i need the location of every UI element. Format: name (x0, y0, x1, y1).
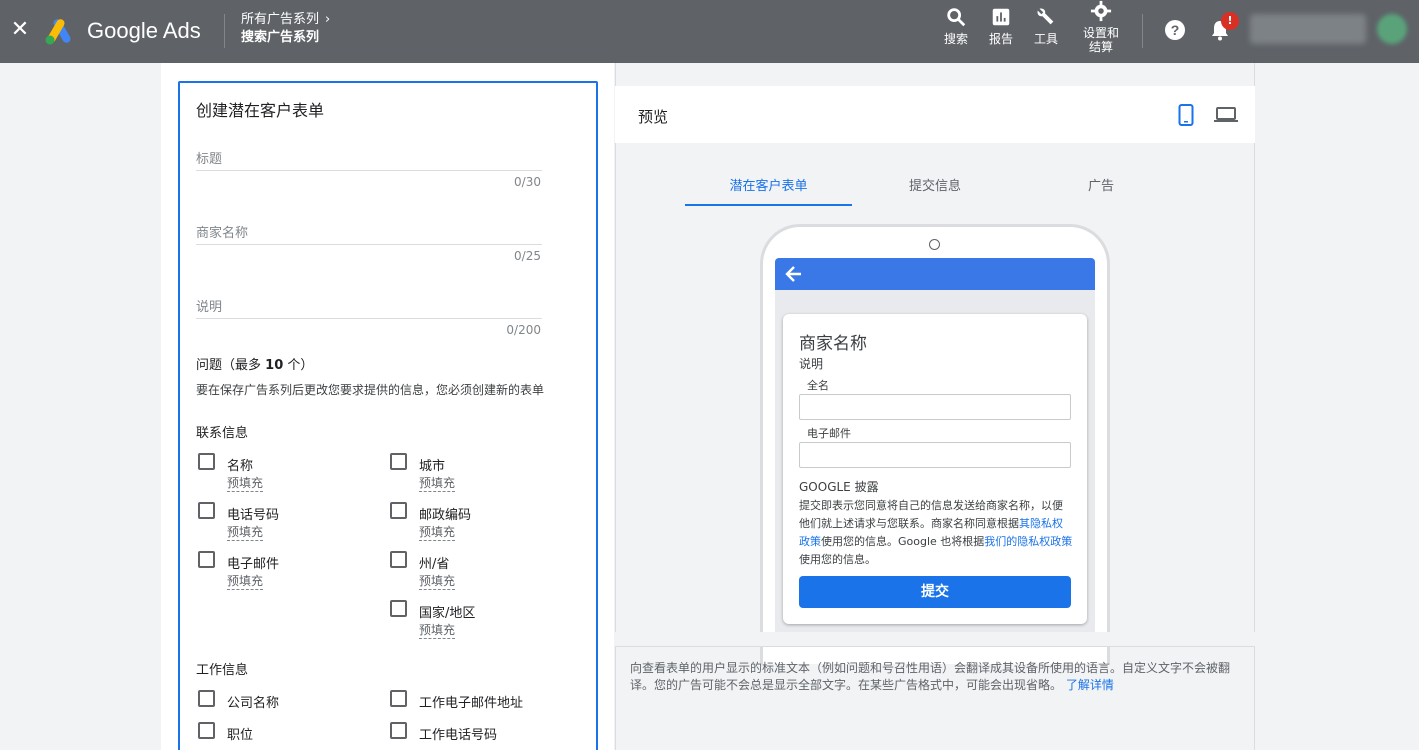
checkbox-name-label: 名称 (227, 459, 254, 474)
checkbox-email[interactable] (198, 551, 215, 568)
search-icon (947, 8, 966, 27)
help-icon[interactable]: ? (1163, 18, 1187, 42)
checkbox-phone[interactable] (198, 502, 215, 519)
bar-chart-icon (992, 8, 1010, 26)
preview-field-email-label: 电子邮件 (807, 427, 851, 440)
prefill-state[interactable]: 预填充 (419, 574, 456, 590)
search-label: 搜索 (943, 32, 968, 46)
preview-title: 预览 (638, 108, 669, 126)
google-ads-logo (45, 19, 71, 45)
checkbox-phone-label: 电话号码 (227, 508, 280, 523)
business-name-input[interactable] (196, 244, 542, 245)
preview-field-full-name-label: 全名 (807, 379, 829, 392)
form-title: 创建潜在客户表单 (196, 101, 325, 120)
headline-field-label[interactable]: 标题 (196, 148, 222, 167)
learn-more-link[interactable]: 了解详情 (1066, 678, 1114, 692)
checkbox-postal-code[interactable] (390, 502, 407, 519)
reports-button[interactable]: 报告 (985, 6, 1017, 46)
prefill-country[interactable]: 预填充 (419, 623, 456, 639)
divider (615, 646, 1255, 647)
checkbox-postal-code-label: 邮政编码 (419, 508, 472, 523)
business-name-counter: 0/25 (514, 249, 541, 263)
settings-label-line2: 结算 (1088, 40, 1113, 54)
chevron-right-icon: › (325, 12, 331, 27)
checkbox-work-phone[interactable] (390, 722, 407, 739)
prefill-postal-code[interactable]: 预填充 (419, 525, 456, 541)
prefill-email[interactable]: 预填充 (227, 574, 264, 590)
tab-ad[interactable]: 广告 (1018, 175, 1184, 194)
phone-app-bar (775, 258, 1095, 290)
reports-label: 报告 (988, 32, 1013, 46)
phone-camera (929, 239, 940, 250)
divider (1142, 14, 1143, 48)
checkbox-name[interactable] (198, 453, 215, 470)
settings-label-line1: 设置和 (1082, 26, 1119, 40)
checkbox-email-label: 电子邮件 (227, 557, 280, 572)
brand-name[interactable]: Google Ads (87, 16, 201, 46)
business-name-field-label[interactable]: 商家名称 (196, 222, 248, 241)
avatar[interactable] (1377, 14, 1407, 44)
checkbox-state-label: 州/省 (419, 557, 450, 572)
disclosure-title: GOOGLE 披露 (799, 480, 879, 494)
contact-info-heading: 联系信息 (196, 426, 249, 441)
settings-billing-button[interactable]: 设置和 结算 (1080, 0, 1122, 54)
preview-clip (615, 632, 1255, 646)
preview-description: 说明 (799, 357, 824, 371)
checkbox-country[interactable] (390, 600, 407, 617)
divider (224, 14, 225, 48)
tools-label: 工具 (1033, 32, 1058, 46)
mobile-device-icon[interactable] (1178, 104, 1194, 126)
desktop-device-icon[interactable] (1214, 106, 1238, 124)
checkbox-work-email-label: 工作电子邮件地址 (419, 696, 524, 711)
preview-header (615, 86, 1255, 143)
gear-icon (1090, 0, 1112, 22)
checkbox-company-name-label: 公司名称 (227, 696, 280, 711)
headline-input[interactable] (196, 170, 542, 171)
work-info-heading: 工作信息 (196, 663, 249, 678)
checkbox-work-email[interactable] (390, 690, 407, 707)
checkbox-country-label: 国家/地区 (419, 606, 476, 621)
notification-badge: ! (1221, 12, 1239, 30)
google-privacy-link[interactable]: 我们的隐私权政策 (984, 535, 1072, 548)
checkbox-city[interactable] (390, 453, 407, 470)
prefill-phone[interactable]: 预填充 (227, 525, 264, 541)
tab-lead-form[interactable]: 潜在客户表单 (685, 175, 852, 194)
submit-button[interactable]: 提交 (799, 576, 1071, 608)
preview-full-name-input[interactable] (799, 394, 1071, 420)
checkbox-job-title-label: 职位 (227, 728, 254, 743)
checkbox-state[interactable] (390, 551, 407, 568)
breadcrumb-current: 搜索广告系列 (241, 30, 320, 45)
tools-button[interactable]: 工具 (1030, 6, 1062, 46)
top-bar: ✕ Google Ads 所有广告系列 › 搜索广告系列 搜索 报告 工具 设置和… (0, 0, 1419, 63)
disclosure-text: 提交即表示您同意将自己的信息发送给商家名称，以便他们就上述请求与您联系。商家名称… (799, 499, 1073, 566)
arrow-back-icon[interactable] (784, 264, 804, 284)
questions-note: 要在保存广告系列后更改您要求提供的信息，您必须创建新的表单 (196, 383, 545, 397)
preview-business-name: 商家名称 (799, 334, 867, 354)
headline-counter: 0/30 (514, 175, 541, 189)
checkbox-job-title[interactable] (198, 722, 215, 739)
wrench-icon (1037, 8, 1054, 25)
description-field-label[interactable]: 说明 (196, 296, 222, 315)
checkbox-work-phone-label: 工作电话号码 (419, 728, 498, 743)
prefill-name[interactable]: 预填充 (227, 476, 264, 492)
description-counter: 0/200 (506, 323, 541, 337)
checkbox-city-label: 城市 (419, 459, 446, 474)
preview-email-input[interactable] (799, 442, 1071, 468)
tab-submission-message[interactable]: 提交信息 (852, 175, 1018, 194)
svg-text:?: ? (1171, 22, 1180, 38)
account-info[interactable] (1250, 14, 1366, 44)
description-input[interactable] (196, 318, 542, 319)
search-button[interactable]: 搜索 (940, 6, 972, 46)
close-icon[interactable]: ✕ (10, 18, 30, 42)
checkbox-company-name[interactable] (198, 690, 215, 707)
active-tab-indicator (685, 204, 852, 206)
questions-title: 问题（最多 10 个） (196, 358, 314, 373)
translation-footnote: 向查看表单的用户显示的标准文本（例如问题和号召性用语）会翻译成其设备所使用的语言… (630, 661, 1231, 692)
breadcrumb-parent[interactable]: 所有广告系列 › (241, 12, 330, 28)
prefill-city[interactable]: 预填充 (419, 476, 456, 492)
